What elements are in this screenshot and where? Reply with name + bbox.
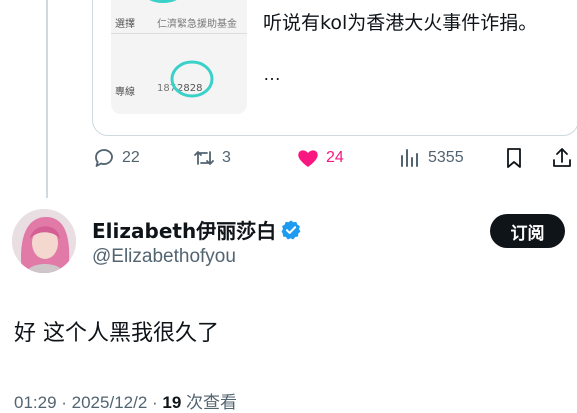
image-row-value: 仁濟緊急援助基金 (157, 19, 237, 30)
timestamp[interactable]: 01:29 · 2025/12/2 · (14, 393, 162, 412)
repost-icon (194, 151, 214, 165)
display-name[interactable]: Elizabeth伊丽莎白 (92, 215, 276, 244)
views-chart-icon (401, 149, 418, 167)
image-row-label: 專線 (115, 87, 135, 98)
view-count: 19 (162, 393, 182, 412)
avatar-image (12, 209, 76, 273)
reply-button[interactable]: 22 (92, 146, 140, 170)
reply-count: 22 (122, 149, 140, 166)
quoted-image[interactable]: 選擇 仁濟緊急援助基金 專線 187 2828 (111, 0, 247, 114)
share-icon (553, 148, 571, 167)
views-button[interactable]: 5355 (398, 146, 464, 170)
repost-button[interactable]: 3 (192, 146, 231, 170)
highlight-circle (170, 60, 214, 98)
image-row-select: 選擇 仁濟緊急援助基金 (111, 15, 247, 34)
repost-count: 3 (222, 149, 231, 166)
image-row-label: 選擇 (115, 19, 135, 30)
like-count: 24 (326, 149, 344, 166)
quoted-text: 听说有kol为香港大火事件诈捐。 (263, 12, 538, 34)
heart-icon (298, 150, 318, 167)
thread-line (46, 0, 48, 198)
verified-badge-icon (281, 219, 301, 239)
quoted-tweet-card[interactable]: 選擇 仁濟緊急援助基金 專線 187 2828 听说有kol为香港大火事件诈捐。… (92, 0, 577, 136)
quoted-ellipsis: … (263, 64, 281, 84)
bookmark-icon (507, 148, 521, 168)
author-name-row[interactable]: Elizabeth伊丽莎白 (92, 215, 302, 244)
author-handle[interactable]: @Elizabethofyou (92, 246, 236, 268)
tweet-text: 好 这个人黑我很久了 (14, 321, 219, 346)
highlight-scribble (149, 0, 177, 3)
bookmark-button[interactable] (502, 146, 526, 170)
tweet-meta: 01:29 · 2025/12/2 · 19 次查看 (14, 388, 237, 413)
avatar[interactable] (12, 209, 76, 273)
like-button[interactable]: 24 (296, 146, 344, 170)
share-button[interactable] (550, 146, 574, 170)
reply-icon (95, 149, 113, 167)
views-count: 5355 (428, 149, 464, 166)
subscribe-button[interactable]: 订阅 (490, 214, 565, 248)
action-bar: 22 3 24 5355 (92, 146, 577, 176)
views-label: 次查看 (181, 393, 238, 412)
